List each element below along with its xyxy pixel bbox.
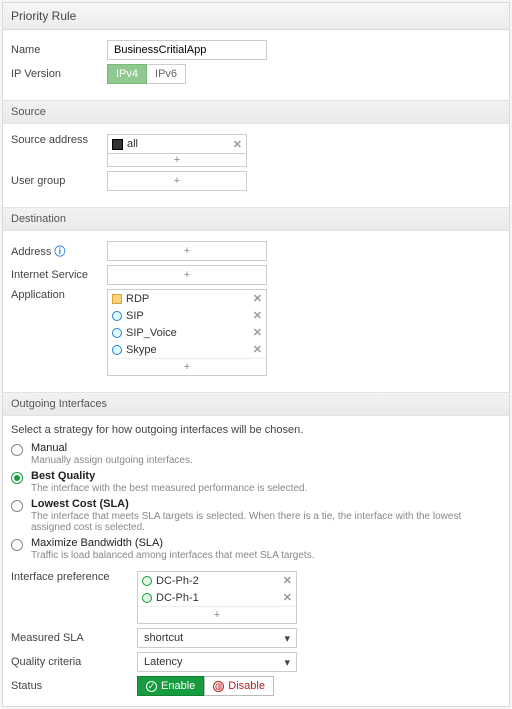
ipv4-option[interactable]: IPv4: [107, 64, 147, 84]
app-item[interactable]: SIP✕: [108, 307, 266, 324]
source-address-item[interactable]: all ✕: [107, 134, 247, 154]
strategy-max-bandwidth[interactable]: Maximize Bandwidth (SLA)Traffic is load …: [11, 537, 501, 561]
source-header: Source: [3, 100, 509, 124]
remove-icon[interactable]: ✕: [253, 326, 262, 339]
info-icon[interactable]: ⓘ: [54, 246, 65, 258]
usergroup-add[interactable]: +: [107, 171, 247, 191]
application-list: RDP✕ SIP✕ SIP_Voice✕ Skype✕ +: [107, 289, 267, 376]
remove-icon[interactable]: ✕: [253, 292, 262, 305]
interface-item[interactable]: DC-Ph-1✕: [138, 589, 296, 606]
app-item[interactable]: RDP✕: [108, 290, 266, 307]
name-label: Name: [11, 44, 101, 56]
app-icon: [112, 311, 122, 321]
source-address-label: Source address: [11, 134, 101, 146]
usergroup-label: User group: [11, 175, 101, 187]
remove-icon[interactable]: ✕: [283, 591, 292, 604]
strategy-hint: Select a strategy for how outgoing inter…: [11, 424, 501, 436]
measured-sla-label: Measured SLA: [11, 632, 131, 644]
quality-criteria-select[interactable]: Latency▾: [137, 652, 297, 672]
status-label: Status: [11, 680, 131, 692]
measured-sla-select[interactable]: shortcut▾: [137, 628, 297, 648]
address-icon: [112, 139, 123, 150]
app-icon: [112, 345, 122, 355]
interface-pref-label: Interface preference: [11, 571, 131, 583]
remove-icon[interactable]: ✕: [253, 343, 262, 356]
internet-service-label: Internet Service: [11, 269, 101, 281]
strategy-best-quality[interactable]: Best QualityThe interface with the best …: [11, 470, 501, 494]
disable-button[interactable]: ◍Disable: [204, 676, 274, 696]
radio-icon[interactable]: [11, 444, 23, 456]
strategy-lowest-cost[interactable]: Lowest Cost (SLA)The interface that meet…: [11, 498, 501, 533]
app-icon: [112, 294, 122, 304]
radio-icon[interactable]: [11, 539, 23, 551]
destination-header: Destination: [3, 207, 509, 231]
source-address-add[interactable]: +: [107, 154, 247, 167]
quality-criteria-label: Quality criteria: [11, 656, 131, 668]
interface-icon: [142, 576, 152, 586]
outgoing-header: Outgoing Interfaces: [3, 392, 509, 416]
remove-icon[interactable]: ✕: [233, 138, 242, 151]
interface-pref-list: DC-Ph-2✕ DC-Ph-1✕ +: [137, 571, 297, 624]
app-icon: [112, 328, 122, 338]
chevron-down-icon: ▾: [284, 656, 290, 669]
disable-icon: ◍: [213, 681, 224, 692]
radio-icon[interactable]: [11, 472, 23, 484]
radio-icon[interactable]: [11, 500, 23, 512]
ipv6-option[interactable]: IPv6: [147, 64, 186, 84]
remove-icon[interactable]: ✕: [253, 309, 262, 322]
application-add[interactable]: +: [108, 358, 266, 375]
dest-address-add[interactable]: +: [107, 241, 267, 261]
source-address-value: all: [127, 138, 138, 150]
application-label: Application: [11, 289, 101, 301]
app-item[interactable]: Skype✕: [108, 341, 266, 358]
dest-address-label: Addressⓘ: [11, 243, 101, 259]
app-item[interactable]: SIP_Voice✕: [108, 324, 266, 341]
interface-add[interactable]: +: [138, 606, 296, 623]
check-icon: ✓: [146, 681, 157, 692]
strategy-manual[interactable]: ManualManually assign outgoing interface…: [11, 442, 501, 466]
ipversion-label: IP Version: [11, 68, 101, 80]
remove-icon[interactable]: ✕: [283, 574, 292, 587]
ipversion-toggle[interactable]: IPv4 IPv6: [107, 64, 186, 84]
chevron-down-icon: ▾: [284, 632, 290, 645]
enable-button[interactable]: ✓Enable: [137, 676, 204, 696]
panel-title: Priority Rule: [3, 3, 509, 30]
interface-item[interactable]: DC-Ph-2✕: [138, 572, 296, 589]
name-input[interactable]: [107, 40, 267, 60]
interface-icon: [142, 593, 152, 603]
internet-service-add[interactable]: +: [107, 265, 267, 285]
